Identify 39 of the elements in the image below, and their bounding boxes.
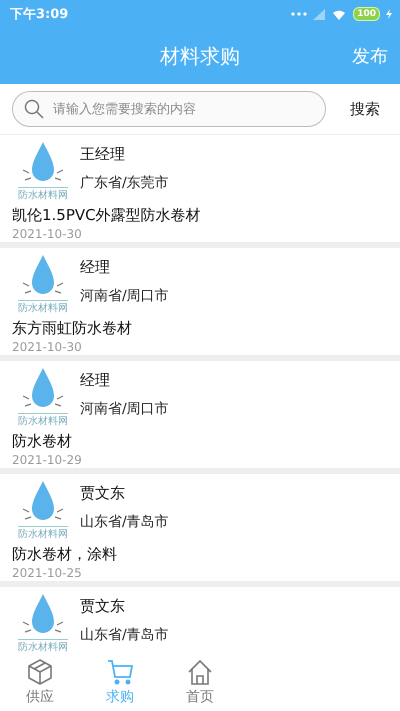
location-text: 广东省/东莞市 [80, 174, 169, 192]
post-title: 防水卷材，涂料 [12, 545, 118, 564]
tab-button[interactable]: 首页 [160, 653, 240, 711]
search-icon [24, 99, 44, 119]
contact-name: 经理 [80, 258, 111, 277]
more-icon [291, 12, 308, 16]
charging-icon [386, 9, 392, 19]
location-text: 河南省/周口市 [80, 287, 169, 305]
post-date: 2021-10-29 [12, 453, 83, 467]
contact-name: 贾文东 [80, 484, 126, 503]
publish-button[interactable]: 发布 [352, 44, 388, 68]
post-date: 2021-10-25 [12, 566, 83, 580]
post-title: 防水卷材 [12, 432, 73, 451]
post-date: 2021-10-30 [12, 227, 83, 241]
location-text: 河南省/周口市 [80, 400, 169, 418]
cart-icon [106, 658, 134, 686]
logo-text: 防水材料网 [18, 187, 68, 202]
contact-name: 贾文东 [80, 597, 126, 616]
status-time: 下午3:09 [10, 6, 68, 23]
battery-icon: 100 [353, 7, 380, 21]
box-icon [26, 658, 54, 686]
contact-name: 经理 [80, 371, 111, 390]
search-button[interactable]: 搜索 [338, 100, 388, 118]
contact-name: 王经理 [80, 145, 126, 164]
tab-button[interactable]: 供应 [0, 653, 80, 711]
logo-text: 防水材料网 [18, 413, 68, 428]
home-icon [186, 658, 214, 686]
search-field[interactable]: 请输入您需要搜索的内容 [12, 91, 326, 127]
post-title: 东方雨虹防水卷材 [12, 319, 133, 338]
wifi-icon [331, 8, 348, 20]
logo-text: 防水材料网 [18, 300, 68, 315]
page-title: 材料求购 [160, 42, 240, 70]
signal-icon [313, 8, 326, 20]
location-text: 山东省/青岛市 [80, 513, 169, 531]
tab-button[interactable]: 求购 [80, 653, 160, 711]
logo-text: 防水材料网 [18, 526, 68, 541]
post-title: 凯伦1.5PVC外露型防水卷材 [12, 206, 202, 225]
location-text: 山东省/青岛市 [80, 626, 169, 644]
post-date: 2021-10-30 [12, 340, 83, 354]
